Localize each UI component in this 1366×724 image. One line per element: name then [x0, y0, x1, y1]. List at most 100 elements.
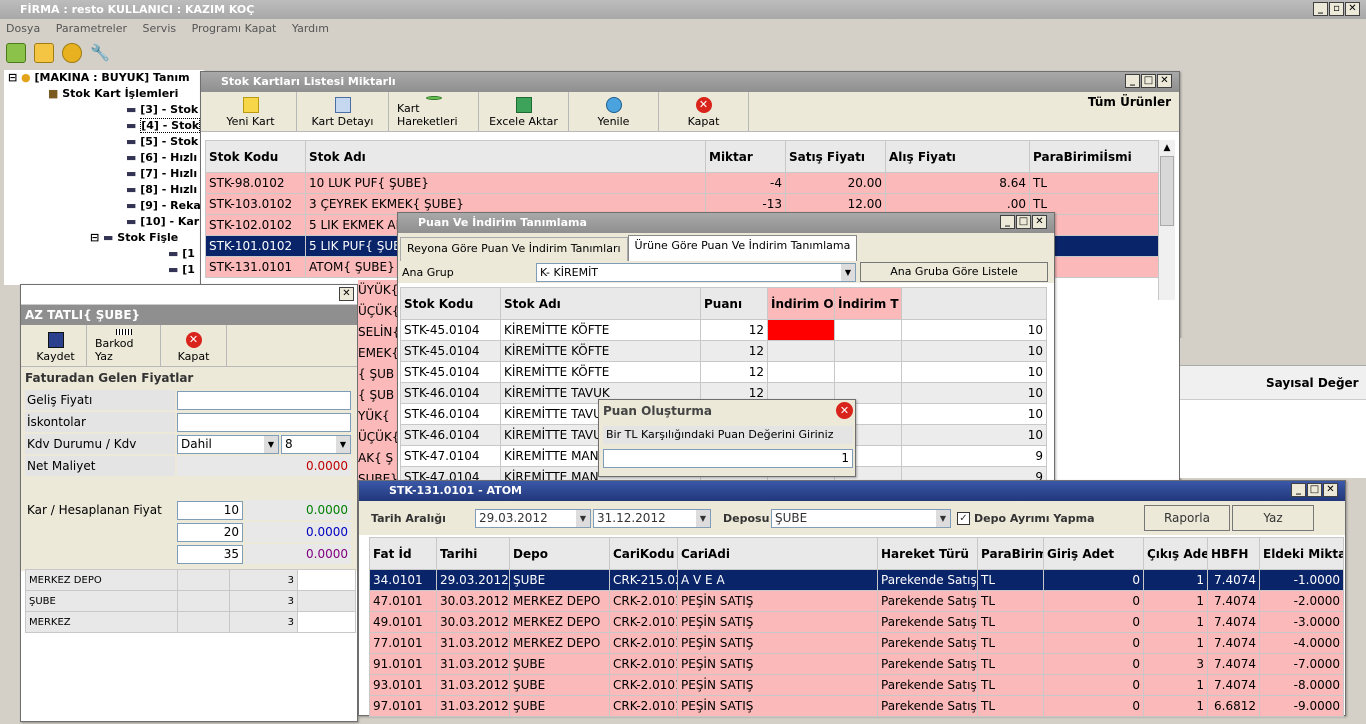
col-hbfh[interactable]: HBFH	[1207, 537, 1260, 570]
table-row[interactable]: 77.0101 31.03.2012 MERKEZ DEPO CRK-2.0101 PE…	[369, 632, 1344, 654]
app-restore-button[interactable]: ▫	[1329, 2, 1344, 16]
barkod-yaz-button[interactable]: Barkod Yaz	[87, 325, 161, 366]
col-hareket-turu[interactable]: Hareket Türü	[877, 537, 978, 570]
table-row[interactable]: 97.0101 31.03.2012 ŞUBE CRK-2.0101 PEŞİN SAT…	[369, 695, 1344, 717]
col-eldeki-miktar[interactable]: Eldeki Mikta	[1259, 537, 1344, 570]
kar-percent-input[interactable]: 10	[177, 500, 243, 520]
col-cari-kodu[interactable]: CariKodu	[609, 537, 678, 570]
col-para-birimi[interactable]: ParaBirimi	[977, 537, 1044, 570]
col-cari-adi[interactable]: CariAdi	[677, 537, 878, 570]
app-minimize-button[interactable]: _	[1313, 2, 1328, 16]
gelis-input[interactable]	[177, 390, 351, 410]
tree-subitem[interactable]: ▬ [1	[8, 246, 204, 262]
tree-item[interactable]: ▬ [4] - Stok	[8, 118, 204, 134]
kar-percent-input[interactable]: 35	[177, 544, 243, 564]
col-satis-fiyati[interactable]: Satış Fiyatı	[785, 140, 886, 173]
table-row[interactable]: 93.0101 31.03.2012 ŞUBE CRK-2.0101 PEŞİN SAT…	[369, 674, 1344, 696]
table-row[interactable]: MERKEZ 3	[25, 611, 356, 633]
col-stok-adi[interactable]: Stok Adı	[305, 140, 706, 173]
menu-yardim[interactable]: Yardım	[292, 22, 329, 35]
tree-item[interactable]: ▬ [10] - Kar	[8, 214, 204, 230]
col-puani[interactable]: Puanı	[700, 287, 768, 320]
raporla-button[interactable]: Raporla	[1144, 505, 1230, 531]
col-cikis-adet[interactable]: Çıkış Adet	[1143, 537, 1208, 570]
app-close-button[interactable]: ✕	[1345, 2, 1360, 16]
tab-reyona[interactable]: Reyona Göre Puan Ve İndirim Tanımları	[400, 237, 628, 261]
tree-item[interactable]: ▬ [6] - Hızlı	[8, 150, 204, 166]
coins-icon[interactable]	[62, 43, 82, 63]
vertical-scrollbar[interactable]: ▲	[1158, 140, 1175, 300]
kar-percent-input[interactable]: 20	[177, 522, 243, 542]
chevron-down-icon[interactable]: ▼	[264, 435, 278, 453]
tree-item[interactable]: ▬ [9] - Reka	[8, 198, 204, 214]
close-button[interactable]: ✕	[1323, 483, 1338, 497]
yaz-button[interactable]: Yaz	[1232, 505, 1314, 531]
add-icon[interactable]	[34, 43, 54, 63]
refresh-icon[interactable]	[6, 43, 26, 63]
menu-programi-kapat[interactable]: Programı Kapat	[192, 22, 277, 35]
kart-detayi-button[interactable]: Kart Detayı	[297, 92, 389, 131]
col-indirim-o[interactable]: İndirim O	[767, 287, 835, 320]
col-stok-adi[interactable]: Stok Adı	[500, 287, 701, 320]
iskonto-input[interactable]	[177, 412, 351, 432]
minimize-button[interactable]: _	[1291, 483, 1306, 497]
date-to-input[interactable]: 31.12.2012 ▼	[593, 508, 711, 528]
active-cell[interactable]	[767, 319, 835, 341]
table-row[interactable]: 91.0101 31.03.2012 ŞUBE CRK-2.0101 PEŞİN SAT…	[369, 653, 1344, 675]
tab-urune[interactable]: Ürüne Göre Puan Ve İndirim Tanımlama	[627, 235, 858, 261]
collapse-icon[interactable]: ⊟	[8, 71, 21, 84]
kdv-rate-select[interactable]: 8 ▼	[281, 434, 351, 454]
col-stok-kodu[interactable]: Stok Kodu	[400, 287, 501, 320]
kart-hareketleri-button[interactable]: Kart Hareketleri	[389, 92, 479, 131]
col-indirim-t[interactable]: İndirim T	[834, 287, 902, 320]
close-button[interactable]: ✕	[1032, 215, 1047, 229]
scroll-up-icon[interactable]: ▲	[1159, 140, 1175, 156]
table-row[interactable]: 47.0101 30.03.2012 MERKEZ DEPO CRK-2.0101 PE…	[369, 590, 1344, 612]
chevron-down-icon[interactable]: ▼	[841, 263, 855, 281]
chevron-down-icon[interactable]: ▼	[696, 509, 710, 527]
minimize-button[interactable]: _	[1000, 215, 1015, 229]
date-from-input[interactable]: 29.03.2012 ▼	[475, 508, 591, 528]
tree-group[interactable]: ■ Stok Kart İşlemleri	[8, 86, 204, 102]
list-button[interactable]: Ana Gruba Göre Listele	[860, 262, 1048, 282]
wrench-icon[interactable]: 🔧	[90, 43, 110, 63]
kapat-button[interactable]: ✕ Kapat	[659, 92, 749, 131]
yeni-kart-button[interactable]: Yeni Kart	[205, 92, 297, 131]
collapse-icon[interactable]: ⊟	[90, 231, 103, 244]
col-fat-id[interactable]: Fat İd	[369, 537, 437, 570]
tree-item[interactable]: ▬ [8] - Hızlı	[8, 182, 204, 198]
yenile-button[interactable]: Yenile	[569, 92, 659, 131]
chevron-down-icon[interactable]: ▼	[936, 509, 950, 527]
excele-aktar-button[interactable]: Excele Aktar	[479, 92, 569, 131]
kapat-button[interactable]: ✕ Kapat	[161, 325, 227, 366]
col-alis-fiyati[interactable]: Alış Fiyatı	[885, 140, 1030, 173]
menu-servis[interactable]: Servis	[143, 22, 177, 35]
group-select[interactable]: K- KİREMİT ▼	[536, 262, 856, 282]
col-stok-kodu[interactable]: Stok Kodu	[205, 140, 306, 173]
depo-select[interactable]: ŞUBE ▼	[771, 508, 951, 528]
maximize-button[interactable]: □	[1141, 74, 1156, 88]
table-row[interactable]: 49.0101 30.03.2012 MERKEZ DEPO CRK-2.0101 PE…	[369, 611, 1344, 633]
tree-item[interactable]: ▬ [5] - Stok	[8, 134, 204, 150]
tree-root[interactable]: ⊟ ● [MAKINA : BUYUK] Tanım	[8, 70, 204, 86]
maximize-button[interactable]: □	[1307, 483, 1322, 497]
col-depo[interactable]: Depo	[509, 537, 610, 570]
kdv-durumu-select[interactable]: Dahil ▼	[177, 434, 279, 454]
close-icon[interactable]: ✕	[836, 402, 853, 419]
close-button[interactable]: ✕	[339, 287, 354, 301]
tree-item[interactable]: ▬ [7] - Hızlı	[8, 166, 204, 182]
minimize-button[interactable]: _	[1125, 74, 1140, 88]
chevron-down-icon[interactable]: ▼	[336, 435, 350, 453]
tree-sub[interactable]: ⊟ ▬ Stok Fişle	[8, 230, 204, 246]
scroll-thumb[interactable]	[1160, 156, 1174, 226]
puan-value-input[interactable]: 1	[603, 449, 853, 468]
col-miktar[interactable]: Miktar	[705, 140, 786, 173]
kaydet-button[interactable]: Kaydet	[25, 325, 87, 366]
table-row[interactable]: ŞUBE 3	[25, 590, 356, 612]
table-row[interactable]: STK-45.0104 KİREMİTTE KÖFTE 12 10	[400, 340, 1047, 362]
col-para-birimi[interactable]: ParaBirimiİsmi	[1029, 140, 1161, 173]
ayrim-checkbox[interactable]: ✓	[957, 511, 970, 525]
tree-subitem[interactable]: ▬ [1	[8, 262, 204, 278]
table-row[interactable]: MERKEZ DEPO 3	[25, 569, 356, 591]
close-button[interactable]: ✕	[1157, 74, 1172, 88]
